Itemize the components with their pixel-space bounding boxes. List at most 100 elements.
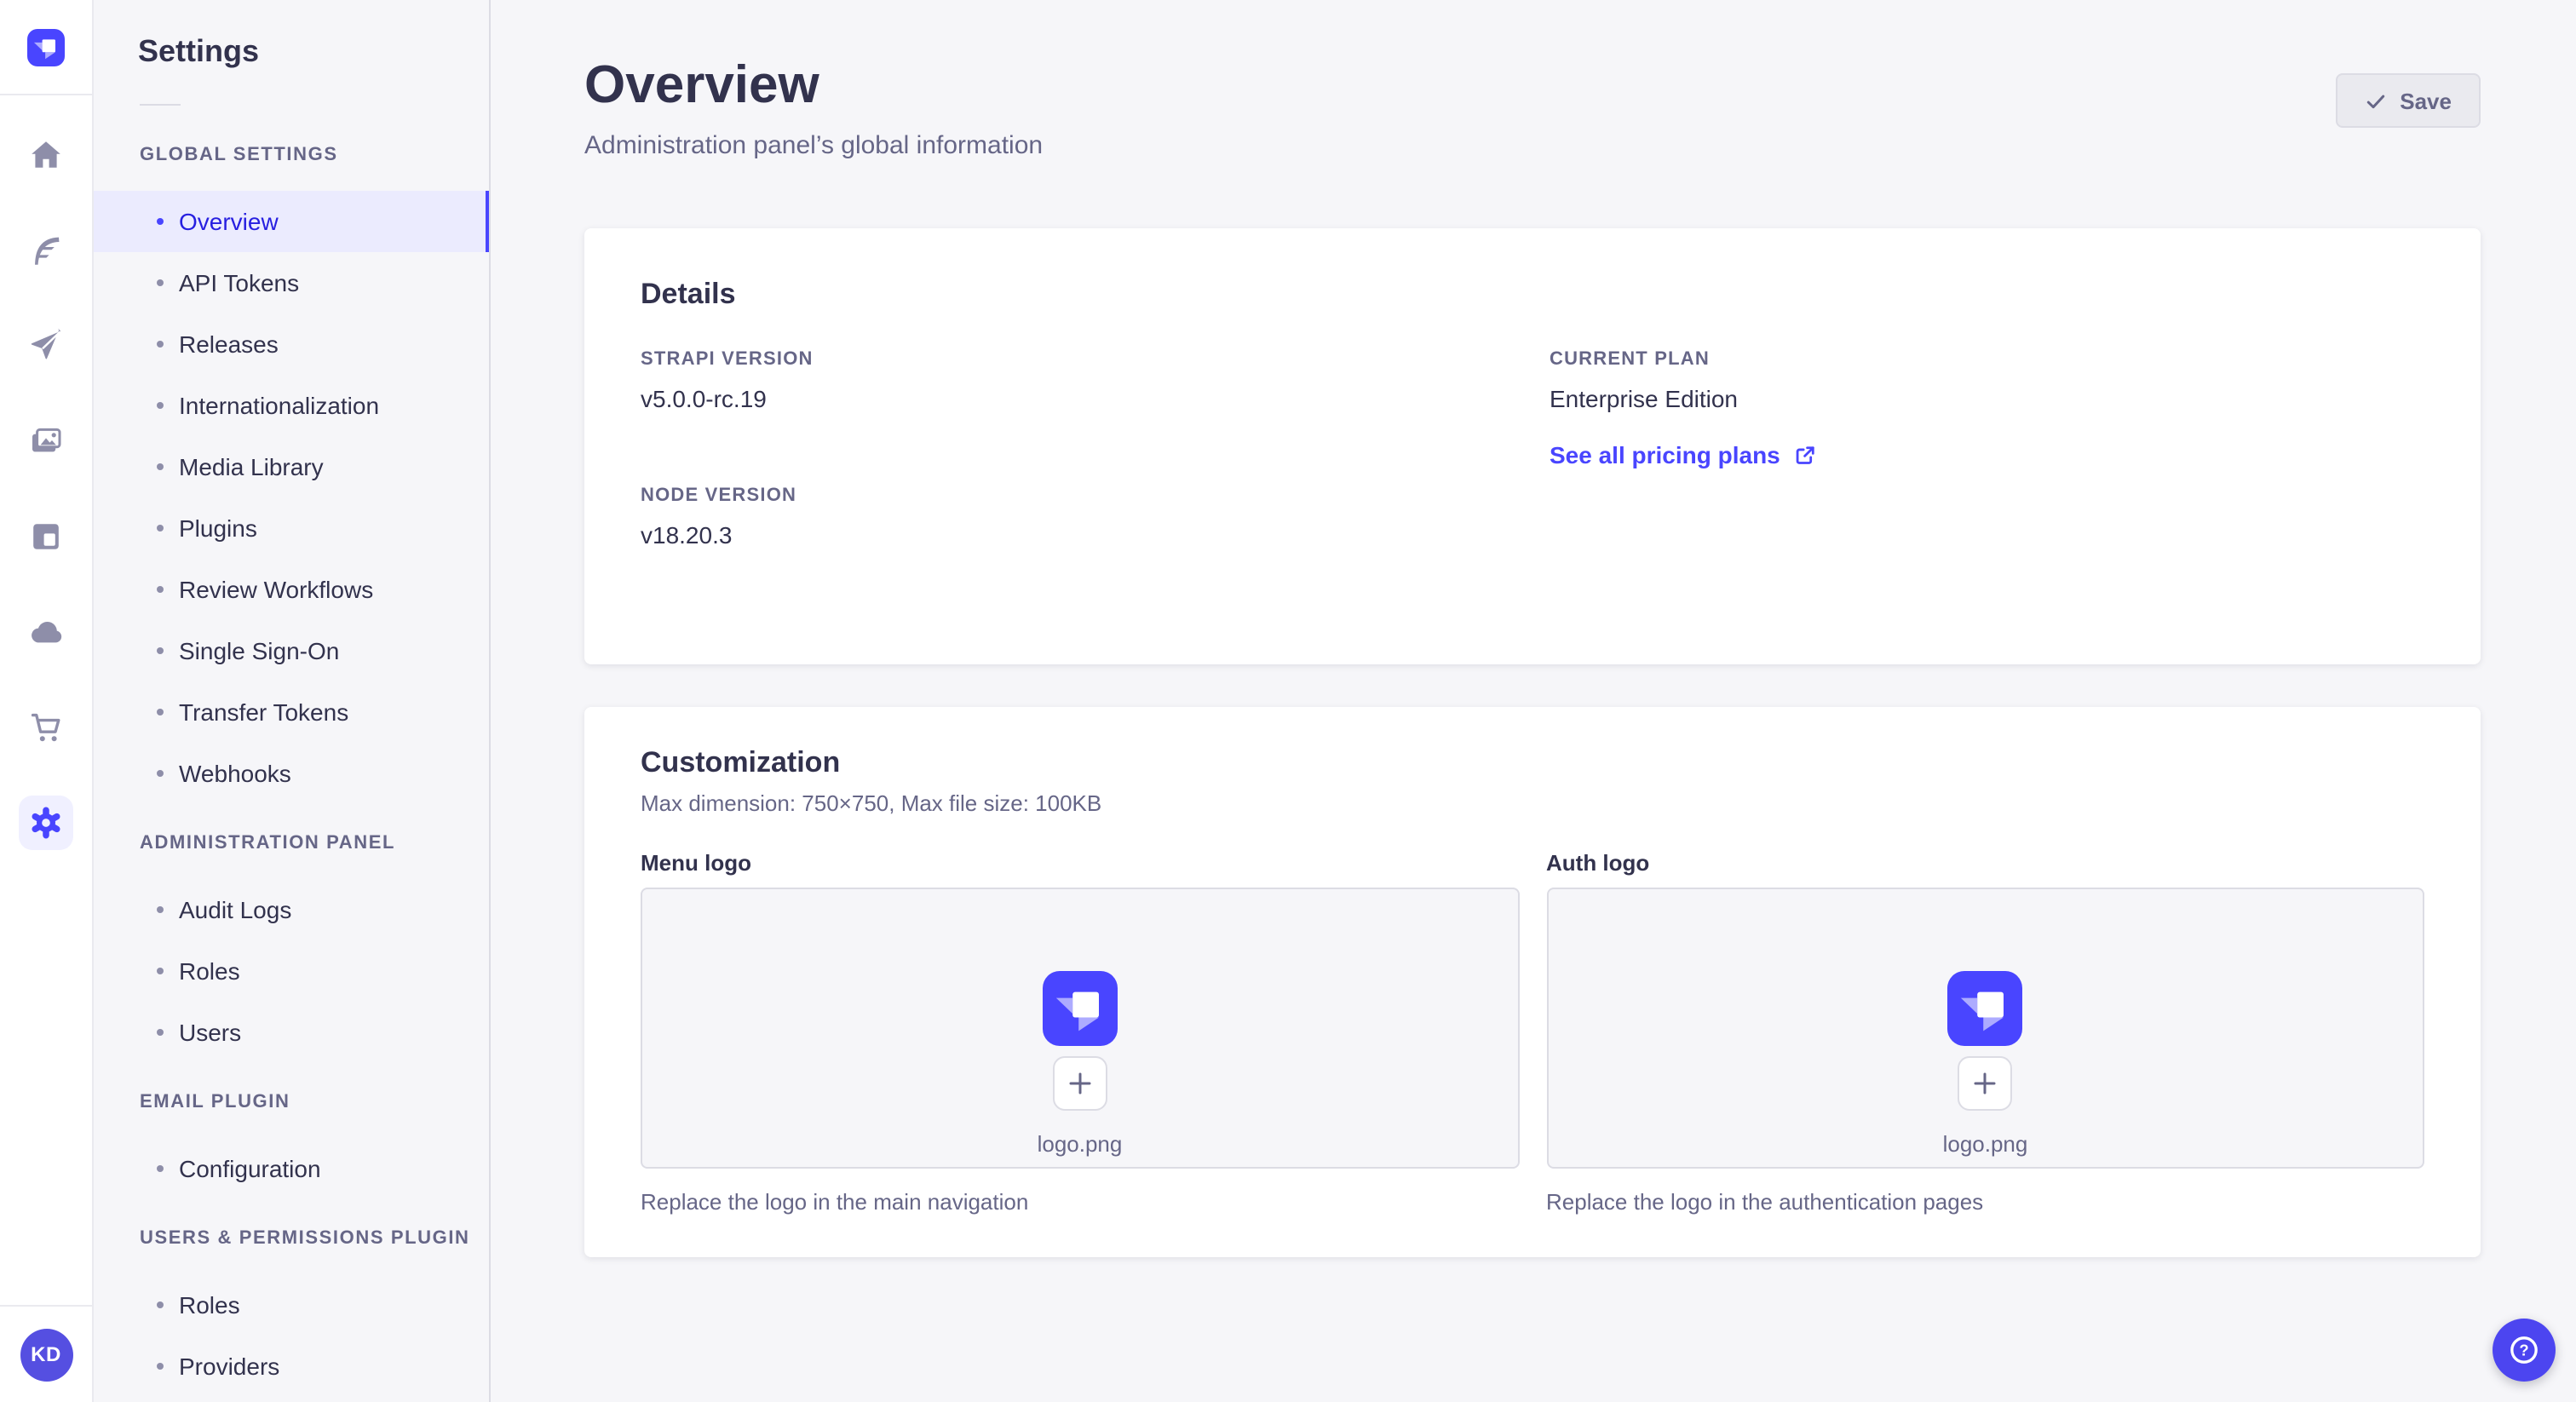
subnav-item-label: Webhooks xyxy=(179,760,291,787)
settings-gear-icon[interactable] xyxy=(19,796,73,850)
menu-logo-filename: logo.png xyxy=(1037,1131,1123,1157)
home-icon[interactable] xyxy=(19,128,73,182)
details-grid: STRAPI VERSION v5.0.0-rc.19 NODE VERSION… xyxy=(641,348,2424,620)
node-version-label: NODE VERSION xyxy=(641,486,797,506)
bullet-icon xyxy=(157,709,164,715)
subnav-item-label: Overview xyxy=(179,208,279,235)
subnav-item-configuration[interactable]: Configuration xyxy=(94,1138,489,1199)
layout-icon[interactable] xyxy=(19,509,73,564)
subnav-item-label: Audit Logs xyxy=(179,896,292,923)
paper-plane-icon[interactable] xyxy=(19,319,73,373)
rail-icon-list xyxy=(19,128,73,850)
cloud-icon[interactable] xyxy=(19,605,73,659)
strapi-admin-app: KD Settings GLOBAL SETTINGS Overview API… xyxy=(0,0,2576,1402)
subnav-item-api-tokens[interactable]: API Tokens xyxy=(94,252,489,313)
subnav-item-label: Single Sign-On xyxy=(179,637,340,664)
current-plan-value: Enterprise Edition xyxy=(1550,385,1739,412)
node-version-field: NODE VERSION v18.20.3 xyxy=(641,484,1515,552)
subnav-item-internationalization[interactable]: Internationalization xyxy=(94,375,489,436)
settings-subnav: Settings GLOBAL SETTINGS Overview API To… xyxy=(94,0,491,1402)
bullet-icon xyxy=(157,647,164,654)
subnav-item-admin-roles[interactable]: Roles xyxy=(94,940,489,1002)
main-content: Overview Administration panel’s global i… xyxy=(491,0,2576,1402)
subnav-section-administration-panel: ADMINISTRATION PANEL xyxy=(140,833,396,853)
subnav-item-overview[interactable]: Overview xyxy=(94,191,489,252)
page-subtitle: Administration panel’s global informatio… xyxy=(584,131,1044,160)
details-card: Details STRAPI VERSION v5.0.0-rc.19 NODE… xyxy=(584,228,2481,664)
bullet-icon xyxy=(157,463,164,470)
menu-logo-label: Menu logo xyxy=(641,850,751,876)
subnav-item-transfer-tokens[interactable]: Transfer Tokens xyxy=(94,681,489,743)
bullet-icon xyxy=(157,402,164,409)
subnav-item-label: Roles xyxy=(179,957,240,985)
subnav-item-review-workflows[interactable]: Review Workflows xyxy=(94,559,489,620)
rail-user-section: KD xyxy=(0,1305,92,1402)
subnav-item-label: Internationalization xyxy=(179,392,380,419)
logo-grid: Menu logo logo.png Replace the logo in t… xyxy=(641,850,2424,1216)
node-version-value: v18.20.3 xyxy=(641,521,733,549)
bullet-icon xyxy=(157,968,164,974)
subnav-title-divider xyxy=(140,104,181,106)
subnav-section-email-plugin: EMAIL PLUGIN xyxy=(140,1092,290,1112)
plus-icon xyxy=(1970,1068,2001,1099)
current-plan-label: CURRENT PLAN xyxy=(1550,349,1710,370)
subnav-item-users[interactable]: Users xyxy=(94,1002,489,1063)
add-auth-logo-button[interactable] xyxy=(1958,1056,2013,1111)
media-library-icon[interactable] xyxy=(19,414,73,468)
menu-logo-dropzone[interactable]: logo.png xyxy=(641,888,1519,1169)
check-icon xyxy=(2364,89,2386,112)
bullet-icon xyxy=(157,770,164,777)
bullet-icon xyxy=(157,1165,164,1172)
details-left-column: STRAPI VERSION v5.0.0-rc.19 NODE VERSION… xyxy=(641,348,1515,620)
subnav-item-webhooks[interactable]: Webhooks xyxy=(94,743,489,804)
strapi-version-value: v5.0.0-rc.19 xyxy=(641,385,767,412)
bullet-icon xyxy=(157,586,164,593)
subnav-item-label: Media Library xyxy=(179,453,324,480)
subnav-item-label: Plugins xyxy=(179,514,257,542)
auth-logo-filename: logo.png xyxy=(1942,1131,2028,1157)
subnav-title: Settings xyxy=(138,34,260,68)
subnav-item-audit-logs[interactable]: Audit Logs xyxy=(94,879,489,940)
bullet-icon xyxy=(157,1029,164,1036)
subnav-section-users-permissions-plugin: USERS & PERMISSIONS PLUGIN xyxy=(140,1228,470,1249)
save-button-label: Save xyxy=(2400,88,2452,113)
subnav-item-providers[interactable]: Providers xyxy=(94,1336,489,1397)
subnav-item-label: Releases xyxy=(179,330,279,358)
bullet-icon xyxy=(157,1363,164,1370)
current-plan-field: CURRENT PLAN Enterprise Edition xyxy=(1550,348,2424,416)
feather-icon[interactable] xyxy=(19,223,73,278)
subnav-item-up-roles[interactable]: Roles xyxy=(94,1274,489,1336)
auth-logo-caption: Replace the logo in the authentication p… xyxy=(1546,1189,1984,1215)
subnav-item-label: Roles xyxy=(179,1291,240,1319)
strapi-logo-icon[interactable] xyxy=(27,28,65,66)
bullet-icon xyxy=(157,1301,164,1308)
cart-icon[interactable] xyxy=(19,700,73,755)
main-nav-rail: KD xyxy=(0,0,94,1402)
subnav-item-label: Transfer Tokens xyxy=(179,698,349,726)
bullet-icon xyxy=(157,341,164,348)
plus-icon xyxy=(1065,1068,1095,1099)
page-title: Overview xyxy=(584,55,819,114)
pricing-plans-link[interactable]: See all pricing plans xyxy=(1550,438,2424,472)
customization-card: Customization Max dimension: 750×750, Ma… xyxy=(584,707,2481,1257)
subnav-item-single-sign-on[interactable]: Single Sign-On xyxy=(94,620,489,681)
rail-logo-section xyxy=(0,0,92,95)
auth-logo-dropzone[interactable]: logo.png xyxy=(1546,888,2424,1169)
bullet-icon xyxy=(157,906,164,913)
bullet-icon xyxy=(157,218,164,225)
bullet-icon xyxy=(157,279,164,286)
save-button[interactable]: Save xyxy=(2335,73,2481,128)
bullet-icon xyxy=(157,525,164,531)
subnav-item-label: Users xyxy=(179,1019,242,1046)
strapi-version-label: STRAPI VERSION xyxy=(641,349,814,370)
svg-text:?: ? xyxy=(2519,1341,2528,1359)
subnav-item-media-library[interactable]: Media Library xyxy=(94,436,489,497)
strapi-logo-icon xyxy=(1042,971,1118,1046)
subnav-item-plugins[interactable]: Plugins xyxy=(94,497,489,559)
add-menu-logo-button[interactable] xyxy=(1052,1056,1107,1111)
help-button[interactable]: ? xyxy=(2493,1319,2556,1382)
user-avatar[interactable]: KD xyxy=(20,1328,72,1381)
menu-logo-section: Menu logo logo.png Replace the logo in t… xyxy=(641,850,1519,1216)
subnav-item-releases[interactable]: Releases xyxy=(94,313,489,375)
customization-card-subtitle: Max dimension: 750×750, Max file size: 1… xyxy=(641,790,1102,816)
